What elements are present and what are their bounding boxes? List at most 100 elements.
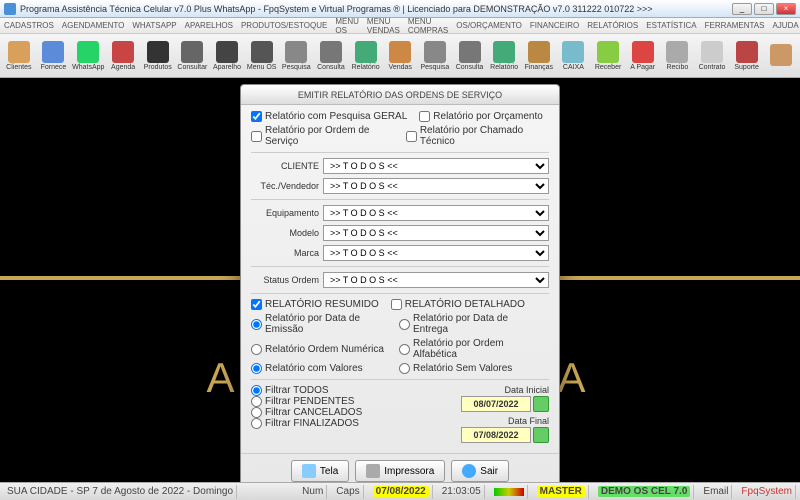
menu-item[interactable]: MENU VENDAS	[367, 17, 400, 35]
toolbar-icon	[320, 41, 342, 63]
toolbar-button[interactable]: Fornece	[37, 36, 71, 76]
toolbar-button[interactable]: Pesquisa	[279, 36, 313, 76]
radio-ordem-alfabetica[interactable]: Relatório por Ordem Alfabética	[399, 338, 539, 360]
minimize-button[interactable]: _	[732, 3, 752, 15]
toolbar-button[interactable]: Relatório	[349, 36, 383, 76]
toolbar-button[interactable]: Vendas	[383, 36, 417, 76]
button-impressora[interactable]: Impressora	[355, 460, 445, 482]
content-area: ASSIST CNICA EMITIR RELATÓRIO DAS ORDENS…	[0, 78, 800, 482]
toolbar-button[interactable]: Recibo	[661, 36, 695, 76]
toolbar-icon	[459, 41, 481, 63]
toolbar-label: Menu OS	[247, 64, 277, 71]
toolbar-icon	[42, 41, 64, 63]
toolbar-button[interactable]: CAIXA	[557, 36, 591, 76]
toolbar-button[interactable]: Pesquisa	[418, 36, 452, 76]
calendar-icon[interactable]	[533, 396, 549, 412]
menu-item[interactable]: ESTATÍSTICA	[646, 21, 696, 30]
toolbar-button[interactable]	[764, 36, 798, 76]
status-master: MASTER	[537, 486, 585, 497]
radio-com-valores[interactable]: Relatório com Valores	[251, 363, 391, 374]
maximize-button[interactable]: □	[754, 3, 774, 15]
toolbar-icon	[389, 41, 411, 63]
status-num: Num	[299, 485, 327, 499]
menu-item[interactable]: RELATÓRIOS	[587, 21, 638, 30]
radio-filtrar-finalizados[interactable]: Filtrar FINALIZADOS	[251, 418, 391, 429]
toolbar-icon	[355, 41, 377, 63]
toolbar-button[interactable]: Produtos	[141, 36, 175, 76]
status-demo: DEMO OS CEL 7.0	[598, 486, 691, 497]
checkbox-detalhado[interactable]: RELATÓRIO DETALHADO	[391, 299, 525, 310]
checkbox-resumido[interactable]: RELATÓRIO RESUMIDO	[251, 299, 379, 310]
label-equipamento: Equipamento	[251, 208, 319, 218]
input-data-final[interactable]	[461, 427, 531, 443]
menu-item[interactable]: AGENDAMENTO	[62, 21, 125, 30]
toolbar-button[interactable]: Clientes	[2, 36, 36, 76]
status-fpq[interactable]: FpqSystem	[738, 485, 796, 499]
main-toolbar: ClientesForneceWhatsAppAgendaProdutosCon…	[0, 34, 800, 78]
menu-item[interactable]: MENU COMPRAS	[408, 17, 448, 35]
calendar-icon[interactable]	[533, 427, 549, 443]
select-modelo[interactable]: >> T O D O S <<	[323, 225, 549, 241]
toolbar-button[interactable]: WhatsApp	[71, 36, 105, 76]
toolbar-button[interactable]: Finanças	[522, 36, 556, 76]
checkbox-ordem-servico[interactable]: Relatório por Ordem de Serviço	[251, 125, 394, 147]
menu-item[interactable]: OS/ORÇAMENTO	[456, 21, 522, 30]
toolbar-icon	[632, 41, 654, 63]
toolbar-label: Agenda	[111, 64, 135, 71]
toolbar-button[interactable]: Consultar	[176, 36, 210, 76]
checkbox-chamado-tecnico[interactable]: Relatório por Chamado Técnico	[406, 125, 549, 147]
menu-item[interactable]: AJUDA	[772, 21, 798, 30]
select-tecnico[interactable]: >> T O D O S <<	[323, 178, 549, 194]
toolbar-button[interactable]: Contrato	[695, 36, 729, 76]
radio-filtrar-cancelados[interactable]: Filtrar CANCELADOS	[251, 407, 391, 418]
toolbar-button[interactable]: Consulta	[453, 36, 487, 76]
status-caps: Caps	[333, 485, 363, 499]
toolbar-icon	[528, 41, 550, 63]
window-controls: _ □ ×	[732, 3, 796, 15]
menu-item[interactable]: FINANCEIRO	[530, 21, 579, 30]
select-equipamento[interactable]: >> T O D O S <<	[323, 205, 549, 221]
menu-item[interactable]: CADASTROS	[4, 21, 54, 30]
button-tela[interactable]: Tela	[291, 460, 349, 482]
radio-filtrar-todos[interactable]: Filtrar TODOS	[251, 385, 391, 396]
input-data-inicial[interactable]	[461, 396, 531, 412]
checkbox-orcamento[interactable]: Relatório por Orçamento	[419, 111, 543, 122]
menu-item[interactable]: FERRAMENTAS	[705, 21, 765, 30]
toolbar-label: Pesquisa	[420, 64, 449, 71]
status-time: 21:03:05	[439, 485, 485, 499]
toolbar-label: A Pagar	[630, 64, 655, 71]
toolbar-button[interactable]: Suporte	[730, 36, 764, 76]
menu-item[interactable]: MENU OS	[335, 17, 359, 35]
toolbar-button[interactable]: Relatório	[487, 36, 521, 76]
printer-icon	[366, 464, 380, 478]
radio-data-emissao[interactable]: Relatório por Data de Emissão	[251, 313, 391, 335]
toolbar-button[interactable]: Menu OS	[245, 36, 279, 76]
toolbar-button[interactable]: Consulta	[314, 36, 348, 76]
menu-item[interactable]: PRODUTOS/ESTOQUE	[241, 21, 327, 30]
select-marca[interactable]: >> T O D O S <<	[323, 245, 549, 261]
radio-data-entrega[interactable]: Relatório por Data de Entrega	[399, 313, 539, 335]
menu-item[interactable]: WHATSAPP	[132, 21, 176, 30]
close-button[interactable]: ×	[776, 3, 796, 15]
toolbar-button[interactable]: Aparelho	[210, 36, 244, 76]
toolbar-label: Pesquisa	[282, 64, 311, 71]
toolbar-label: Finanças	[525, 64, 553, 71]
toolbar-icon	[597, 41, 619, 63]
menu-item[interactable]: APARELHOS	[185, 21, 233, 30]
radio-sem-valores[interactable]: Relatório Sem Valores	[399, 363, 539, 374]
select-cliente[interactable]: >> T O D O S <<	[323, 158, 549, 174]
menubar: CADASTROS AGENDAMENTO WHATSAPP APARELHOS PRO…	[0, 18, 800, 34]
toolbar-button[interactable]: A Pagar	[626, 36, 660, 76]
radio-ordem-numerica[interactable]: Relatório Ordem Numérica	[251, 338, 391, 360]
toolbar-icon	[251, 41, 273, 63]
toolbar-label: Vendas	[389, 64, 412, 71]
checkbox-pesquisa-geral[interactable]: Relatório com Pesquisa GERAL	[251, 111, 407, 122]
status-email[interactable]: Email	[700, 485, 732, 499]
status-location: SUA CIDADE - SP 7 de Agosto de 2022 - Do…	[4, 485, 237, 499]
radio-filtrar-pendentes[interactable]: Filtrar PENDENTES	[251, 396, 391, 407]
toolbar-button[interactable]: Agenda	[106, 36, 140, 76]
button-sair[interactable]: Sair	[451, 460, 509, 482]
toolbar-button[interactable]: Receber	[591, 36, 625, 76]
report-dialog: EMITIR RELATÓRIO DAS ORDENS DE SERVIÇO R…	[240, 84, 560, 482]
select-status[interactable]: >> T O D O S <<	[323, 272, 549, 288]
